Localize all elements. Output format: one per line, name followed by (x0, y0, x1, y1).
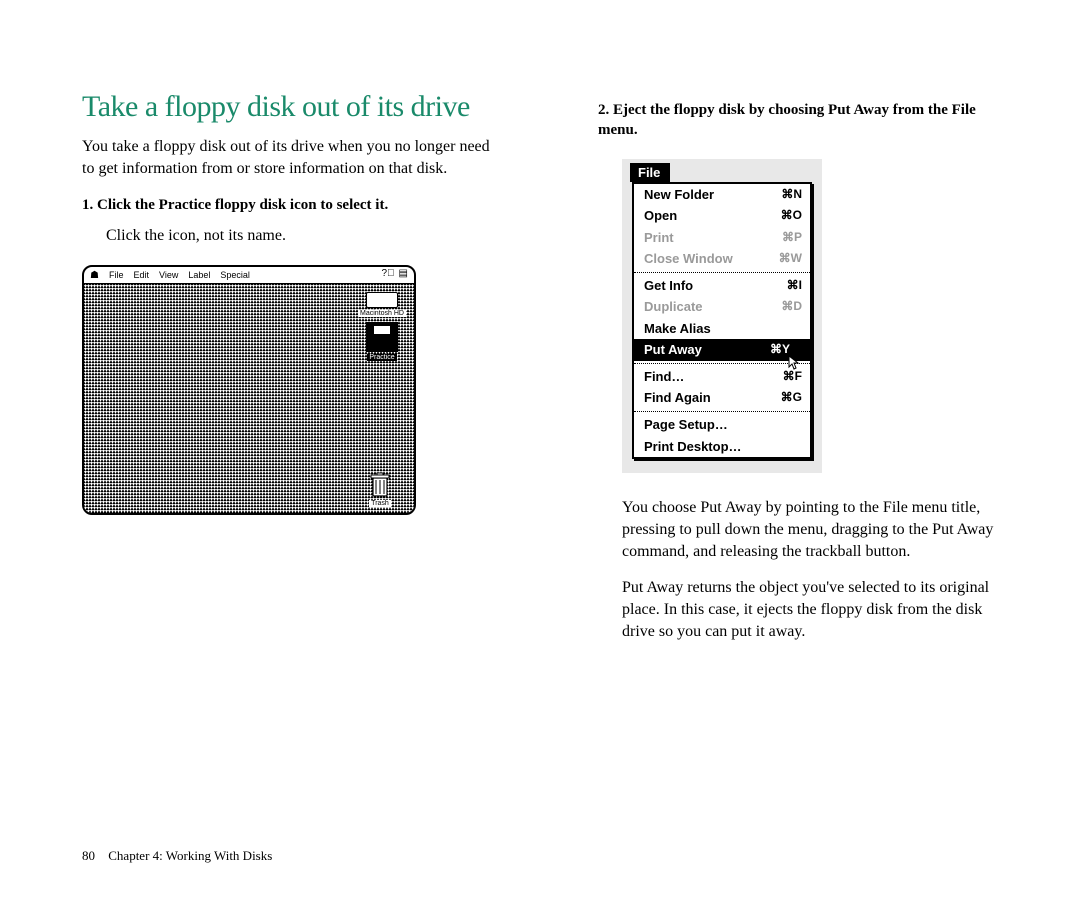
menu-item-shortcut: ⌘D (781, 298, 802, 316)
section-title: Take a floppy disk out of its drive (82, 90, 502, 124)
page-footer: 80 Chapter 4: Working With Disks (82, 848, 272, 864)
menu-item-open: Open ⌘O (634, 205, 810, 227)
menu-item-label: Put Away (644, 341, 702, 359)
menu-item-close-window: Close Window ⌘W (634, 248, 810, 270)
menu-item-put-away: Put Away ⌘Y (634, 339, 810, 361)
practice-floppy-icon: Practice (356, 322, 408, 361)
menu-item-label: Page Setup… (644, 416, 728, 434)
menu-item-label: Find… (644, 368, 684, 386)
step-1-text: Click the Practice floppy disk icon to s… (97, 197, 388, 213)
menu-item-shortcut: ⌘O (781, 207, 802, 225)
menu-item-label: Close Window (644, 250, 733, 268)
menu-item-make-alias: Make Alias (634, 318, 810, 340)
apple-menu-icon: ☗ (90, 270, 99, 281)
menu-item-label: Find Again (644, 389, 711, 407)
menu-item-label: Duplicate (644, 298, 703, 316)
menu-item-page-setup-: Page Setup… (634, 414, 810, 436)
menu-separator (634, 272, 810, 273)
menu-item-shortcut: ⌘Y (770, 341, 802, 359)
step-2-number: 2. (598, 102, 609, 118)
menubar-view: View (159, 270, 178, 280)
menu-item-label: Make Alias (644, 320, 711, 338)
app-menu-icon: ▤ (399, 268, 408, 279)
menu-item-get-info: Get Info ⌘I (634, 275, 810, 297)
step-1-body: Click the icon, not its name. (106, 225, 502, 247)
menu-item-shortcut: ⌘P (782, 229, 802, 247)
explain-paragraph-1: You choose Put Away by pointing to the F… (622, 497, 1018, 563)
menu-item-shortcut: ⌘G (781, 389, 802, 407)
menu-item-label: Get Info (644, 277, 693, 295)
menu-separator (634, 363, 810, 364)
menu-item-label: Print Desktop… (644, 438, 742, 456)
menubar-label: Label (188, 270, 210, 280)
menu-item-duplicate: Duplicate ⌘D (634, 296, 810, 318)
menu-item-shortcut: ⌘W (779, 250, 802, 268)
menu-item-label: Print (644, 229, 674, 247)
menu-item-print-desktop-: Print Desktop… (634, 436, 810, 458)
floppy-label: Practice (367, 354, 396, 361)
menu-item-new-folder: New Folder ⌘N (634, 184, 810, 206)
menu-item-find-: Find…⌘F (634, 366, 810, 388)
file-menu-figure: File New Folder⌘NOpen⌘OPrint⌘PClose Wind… (622, 159, 822, 474)
menubar-file: File (109, 270, 124, 280)
menu-item-label: Open (644, 207, 677, 225)
step-2-heading: 2. Eject the floppy disk by choosing Put… (598, 100, 1018, 141)
menu-item-shortcut: ⌘N (781, 186, 802, 204)
menu-item-shortcut: ⌘I (787, 277, 802, 295)
desktop-menubar: ☗ File Edit View Label Special ?⃝ ▤ (84, 267, 414, 284)
menu-item-find-again: Find Again ⌘G (634, 387, 810, 409)
desktop-screenshot: ☗ File Edit View Label Special ?⃝ ▤ Maci… (82, 265, 416, 515)
chapter-label: Chapter 4: Working With Disks (108, 848, 272, 863)
desktop-pattern: Macintosh HD Practice (84, 284, 414, 513)
file-menu-title: File (630, 163, 670, 182)
menu-separator (634, 411, 810, 412)
macintosh-hd-icon: Macintosh HD (356, 292, 408, 317)
menu-item-label: New Folder (644, 186, 714, 204)
menubar-edit: Edit (133, 270, 149, 280)
trash-icon: Trash (354, 472, 406, 507)
menubar-special: Special (220, 270, 250, 280)
explain-paragraph-2: Put Away returns the object you've selec… (622, 577, 1018, 643)
step-1-heading: 1. Click the Practice floppy disk icon t… (82, 195, 502, 215)
page-number: 80 (82, 848, 95, 863)
help-icon: ?⃝ (381, 268, 394, 279)
intro-paragraph: You take a floppy disk out of its drive … (82, 136, 502, 179)
step-1-number: 1. (82, 197, 93, 213)
trash-label: Trash (369, 500, 391, 507)
hd-label: Macintosh HD (358, 310, 406, 317)
menu-item-print: Print ⌘P (634, 227, 810, 249)
step-2-text: Eject the floppy disk by choosing Put Aw… (598, 102, 976, 138)
file-menu-box: New Folder ⌘N Open ⌘O Print ⌘P Close Window ⌘W G… (632, 182, 812, 460)
